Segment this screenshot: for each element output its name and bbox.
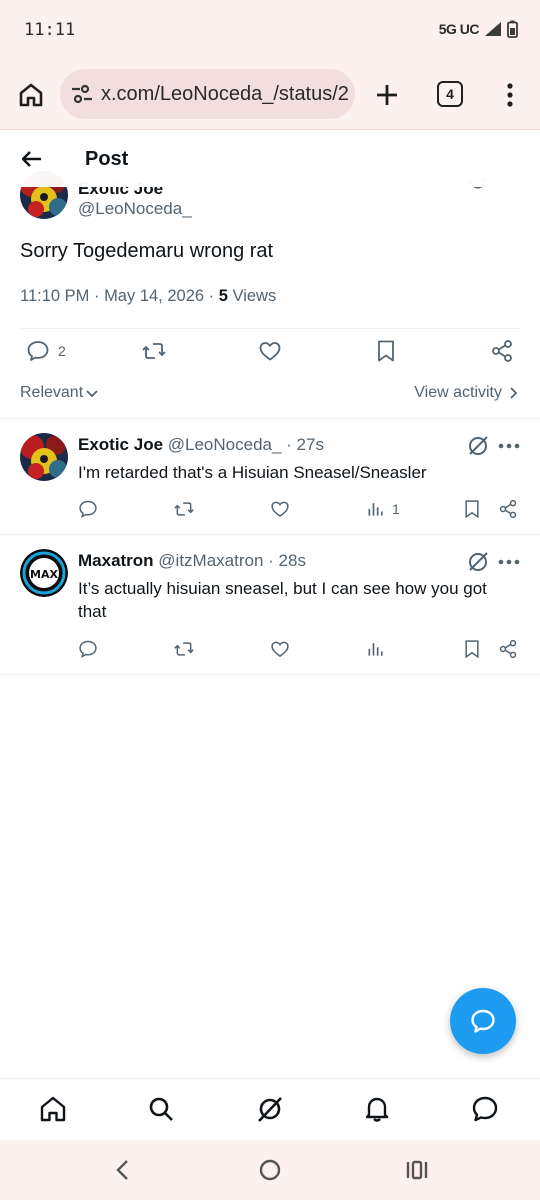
bookmark-icon xyxy=(378,340,394,362)
share-icon xyxy=(492,340,512,362)
views-button[interactable]: 1 xyxy=(366,499,400,519)
more-vert-icon[interactable] xyxy=(498,80,522,110)
avatar-logo-text: MAX xyxy=(30,568,58,581)
share-button[interactable] xyxy=(490,339,514,363)
reply-handle-time[interactable]: @itzMaxatron · 28s xyxy=(154,551,306,570)
post-text: Sorry Togedemaru wrong rat xyxy=(20,240,274,262)
more-icon[interactable] xyxy=(498,559,520,565)
nav-home-icon[interactable] xyxy=(258,1158,282,1182)
reply-author-name[interactable]: Maxatron xyxy=(78,551,154,570)
retweet-button[interactable] xyxy=(174,639,194,659)
more-icon[interactable] xyxy=(498,443,520,449)
views-count: 1 xyxy=(392,501,400,517)
divider xyxy=(0,674,540,675)
list-item[interactable]: MAX Maxatron @itzMaxatron · 28s It’s act… xyxy=(0,535,540,675)
share-icon xyxy=(499,499,517,519)
avatar[interactable] xyxy=(20,433,68,481)
share-icon xyxy=(499,639,517,659)
divider xyxy=(20,328,520,329)
messages-icon[interactable] xyxy=(471,1095,499,1123)
grok-icon[interactable] xyxy=(256,1095,284,1123)
browser-toolbar: x.com/LeoNoceda_/status/2 4 xyxy=(0,62,540,130)
view-activity-link[interactable]: View activity xyxy=(414,384,518,402)
share-button[interactable] xyxy=(498,499,518,519)
bookmark-button[interactable] xyxy=(462,639,482,659)
like-icon xyxy=(271,501,289,518)
share-button[interactable] xyxy=(498,639,518,659)
like-icon xyxy=(259,342,281,361)
bookmark-button[interactable] xyxy=(374,339,398,363)
reply-button[interactable] xyxy=(78,639,98,659)
bottom-nav xyxy=(0,1078,540,1140)
post-actions: 2 xyxy=(0,339,540,375)
battery-icon xyxy=(507,20,518,38)
bookmark-button[interactable] xyxy=(462,499,482,519)
status-indicators: 5G UC xyxy=(439,20,518,38)
tab-count: 4 xyxy=(446,86,454,102)
retweet-icon xyxy=(174,642,194,656)
reply-header: Exotic Joe @LeoNoceda_ · 27s xyxy=(78,435,324,455)
chevron-right-icon xyxy=(510,387,518,399)
reply-count: 2 xyxy=(58,343,66,359)
views-count: 5 xyxy=(218,287,228,305)
views-icon xyxy=(368,643,383,656)
like-button[interactable] xyxy=(270,639,290,659)
system-nav-bar xyxy=(0,1140,540,1200)
views-icon xyxy=(368,503,383,516)
home-icon[interactable] xyxy=(16,80,46,110)
reply-text: It’s actually hisuian sneasel, but I can… xyxy=(78,579,487,621)
grok-icon[interactable] xyxy=(467,435,489,457)
post-timestamp: 11:10 PM · May 14, 2026 · xyxy=(20,287,219,305)
search-icon[interactable] xyxy=(147,1095,175,1123)
author-handle[interactable]: @LeoNoceda_ xyxy=(78,199,192,219)
like-button[interactable] xyxy=(270,499,290,519)
nav-back-icon[interactable] xyxy=(113,1158,133,1182)
compose-reply-button[interactable] xyxy=(450,988,516,1054)
views-button[interactable] xyxy=(366,639,386,659)
reply-handle-time[interactable]: @LeoNoceda_ · 27s xyxy=(163,435,324,454)
tune-icon[interactable] xyxy=(69,81,95,107)
retweet-icon xyxy=(174,502,194,516)
bell-icon[interactable] xyxy=(363,1095,391,1123)
like-icon xyxy=(271,641,289,658)
bookmark-icon xyxy=(465,500,479,519)
retweet-button[interactable] xyxy=(142,339,166,363)
address-bar[interactable]: x.com/LeoNoceda_/status/2 xyxy=(60,69,355,119)
chat-bubble-icon xyxy=(471,1009,495,1033)
reply-icon xyxy=(79,500,97,518)
reply-icon xyxy=(79,640,97,658)
grok-icon[interactable] xyxy=(467,551,489,573)
reply-button[interactable] xyxy=(78,499,98,519)
view-activity-label: View activity xyxy=(414,384,502,401)
reply-button[interactable]: 2 xyxy=(26,339,66,363)
reply-text: I'm retarded that's a Hisuian Sneasel/Sn… xyxy=(78,463,427,482)
home-icon[interactable] xyxy=(39,1095,67,1123)
plus-icon[interactable] xyxy=(372,80,402,110)
post-header: Post xyxy=(0,131,540,187)
status-bar: 11:11 5G UC xyxy=(0,0,540,62)
like-button[interactable] xyxy=(258,339,282,363)
url-text[interactable]: x.com/LeoNoceda_/status/2 xyxy=(101,83,349,106)
status-time: 11:11 xyxy=(24,20,76,40)
views-label[interactable]: Views xyxy=(228,287,276,305)
sort-dropdown[interactable]: Relevant xyxy=(20,384,99,402)
list-item[interactable]: Exotic Joe @LeoNoceda_ · 27s I'm retarde… xyxy=(0,419,540,535)
post-meta: 11:10 PM · May 14, 2026 · 5 Views xyxy=(20,287,276,306)
retweet-button[interactable] xyxy=(174,499,194,519)
chevron-down-icon xyxy=(86,390,98,398)
page-title: Post xyxy=(85,148,129,170)
bookmark-icon xyxy=(465,640,479,659)
reply-header: Maxatron @itzMaxatron · 28s xyxy=(78,551,306,571)
back-arrow-icon[interactable] xyxy=(18,145,46,173)
reply-author-name[interactable]: Exotic Joe xyxy=(78,435,163,454)
sort-label: Relevant xyxy=(20,384,84,401)
nav-recents-icon[interactable] xyxy=(405,1158,429,1182)
avatar[interactable]: MAX xyxy=(20,549,68,597)
retweet-icon xyxy=(142,343,166,359)
signal-icon xyxy=(485,22,501,36)
reply-icon xyxy=(27,341,49,361)
tabs-icon[interactable]: 4 xyxy=(437,81,463,107)
network-label: 5G UC xyxy=(438,21,480,37)
